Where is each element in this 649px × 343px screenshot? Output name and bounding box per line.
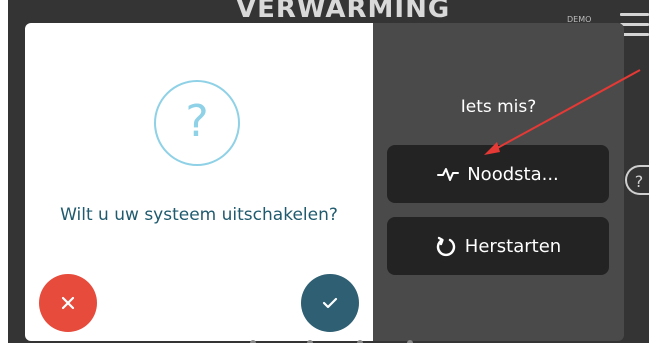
app-title: VERWARMING	[236, 0, 451, 24]
restart-icon	[436, 236, 455, 257]
cancel-button[interactable]	[39, 274, 97, 332]
pulse-icon	[437, 168, 460, 181]
help-icon[interactable]: ?	[625, 165, 649, 195]
emergency-stop-button[interactable]: Noodsta...	[387, 145, 609, 203]
trouble-panel-title: Iets mis?	[460, 97, 537, 117]
trouble-panel: Iets mis? Noodsta... Herstarten	[373, 23, 624, 341]
emergency-stop-label: Noodsta...	[467, 163, 559, 185]
restart-label: Herstarten	[464, 235, 562, 257]
dialog-question: Wilt u uw systeem uitschakelen?	[60, 205, 338, 225]
restart-button[interactable]: Herstarten	[387, 217, 609, 275]
shutdown-dialog: ? Wilt u uw systeem uitschakelen?	[25, 23, 373, 341]
check-icon	[322, 297, 338, 309]
page-indicator	[250, 340, 413, 343]
menu-icon[interactable]	[620, 13, 649, 43]
question-icon: ?	[154, 80, 240, 166]
close-icon	[61, 296, 75, 310]
confirm-button[interactable]	[301, 274, 359, 332]
